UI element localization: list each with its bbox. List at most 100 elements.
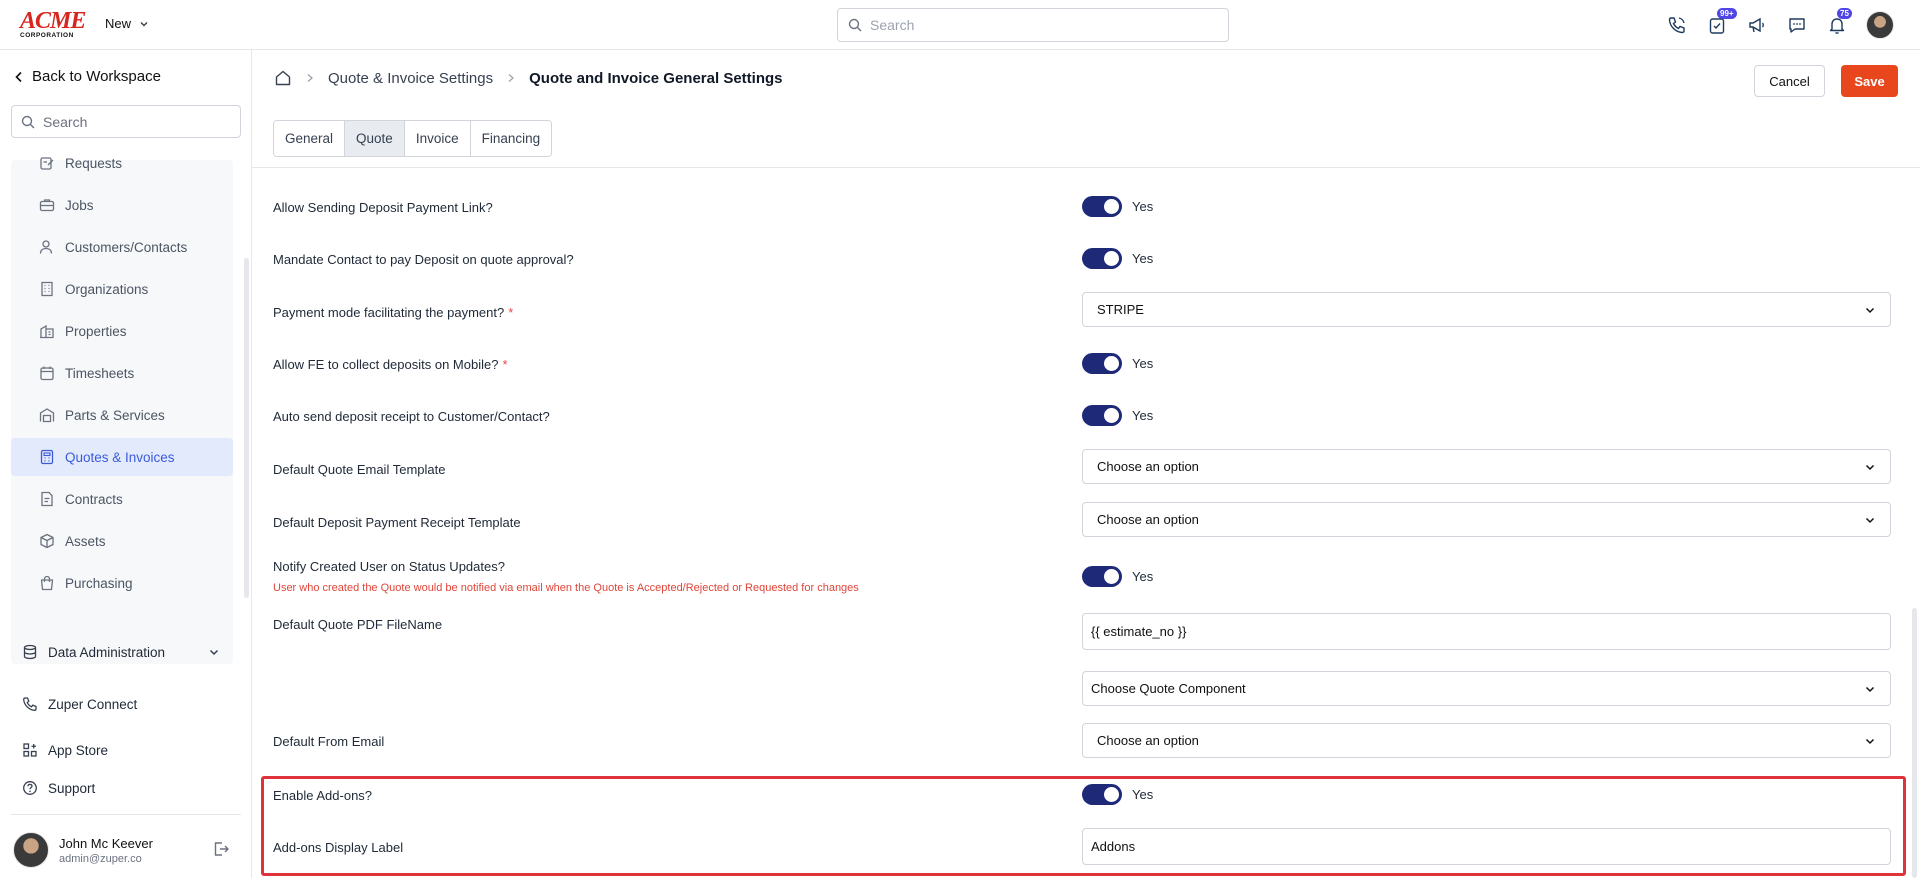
sidebar-item-organizations[interactable]: Organizations	[11, 270, 233, 308]
tab-financing[interactable]: Financing	[470, 121, 552, 156]
auto-send-receipt-toggle[interactable]: Yes	[1082, 405, 1153, 426]
toggle-value: Yes	[1132, 408, 1154, 423]
select-value: STRIPE	[1097, 302, 1144, 317]
fe-collect-deposit-toggle[interactable]: Yes	[1082, 353, 1153, 374]
logo-text: ACME	[20, 8, 86, 34]
tab-quote[interactable]: Quote	[345, 121, 405, 156]
quote-component-select[interactable]: Choose Quote Component	[1082, 671, 1891, 706]
profile-avatar[interactable]	[1866, 11, 1894, 39]
sidebar-item-customers-contacts[interactable]: Customers/Contacts	[11, 228, 233, 266]
user-profile[interactable]: John Mc Keever admin@zuper.co	[13, 832, 153, 868]
global-search-input[interactable]	[870, 17, 1210, 33]
enable-addons-toggle[interactable]: Yes	[1082, 784, 1153, 805]
search-icon	[21, 115, 35, 128]
phone-icon[interactable]	[1666, 10, 1688, 40]
home-icon[interactable]	[274, 69, 292, 87]
field-label-text: Payment mode facilitating the payment?	[273, 305, 505, 320]
sidebar-item-label: Jobs	[65, 197, 94, 213]
payment-mode-select[interactable]: STRIPE	[1082, 292, 1891, 327]
chevron-down-icon	[1865, 517, 1875, 523]
toggle-switch[interactable]	[1082, 196, 1122, 217]
global-search[interactable]	[837, 8, 1229, 42]
tab-invoice[interactable]: Invoice	[404, 121, 471, 156]
new-label: New	[105, 16, 132, 31]
toggle-switch[interactable]	[1082, 566, 1122, 587]
back-to-workspace-link[interactable]: Back to Workspace	[15, 68, 161, 85]
chevron-down-icon	[1865, 738, 1875, 744]
deposit-receipt-template-select[interactable]: Choose an option	[1082, 502, 1891, 537]
tasks-icon[interactable]: 99+	[1706, 8, 1737, 40]
chevron-down-icon	[1865, 686, 1875, 692]
sidebar: Back to Workspace Requests Jobs Customer…	[0, 50, 252, 878]
sidebar-item-requests[interactable]: Requests	[11, 144, 233, 182]
megaphone-icon[interactable]	[1746, 10, 1768, 40]
toggle-value: Yes	[1132, 787, 1154, 802]
pdf-filename-field[interactable]: {{ estimate_no }}	[1082, 613, 1891, 650]
sidebar-item-contracts[interactable]: Contracts	[11, 480, 233, 518]
sidebar-item-data-administration[interactable]: Data Administration	[22, 644, 222, 660]
sidebar-item-timesheets[interactable]: Timesheets	[11, 354, 233, 392]
chat-icon[interactable]	[1786, 10, 1808, 40]
quote-email-template-select[interactable]: Choose an option	[1082, 449, 1891, 484]
toggle-value: Yes	[1132, 356, 1154, 371]
company-logo[interactable]: ACME CORPORATION	[20, 8, 86, 39]
save-button[interactable]: Save	[1841, 65, 1898, 97]
chevron-down-icon	[1865, 464, 1875, 470]
tab-general[interactable]: General	[274, 121, 346, 156]
toggle-value: Yes	[1132, 569, 1154, 584]
sidebar-item-purchasing[interactable]: Purchasing	[11, 564, 233, 602]
allow-deposit-link-toggle[interactable]: Yes	[1082, 196, 1153, 217]
toggle-switch[interactable]	[1082, 248, 1122, 269]
sidebar-item-jobs[interactable]: Jobs	[11, 186, 233, 224]
sidebar-item-properties[interactable]: Properties	[11, 312, 233, 350]
toggle-switch[interactable]	[1082, 405, 1122, 426]
sidebar-item-parts-services[interactable]: Parts & Services	[11, 396, 233, 434]
cancel-button[interactable]: Cancel	[1754, 65, 1825, 97]
addons-display-label-field[interactable]: Addons	[1082, 828, 1891, 865]
sidebar-item-zuper-connect[interactable]: Zuper Connect	[22, 696, 137, 712]
field-label: Payment mode facilitating the payment? *	[273, 305, 513, 320]
sidebar-item-app-store[interactable]: App Store	[22, 742, 108, 758]
sidebar-item-label: Quotes & Invoices	[65, 449, 175, 465]
apps-icon	[23, 743, 37, 757]
sidebar-item-support[interactable]: Support	[22, 780, 95, 796]
sidebar-item-quotes-invoices[interactable]: Quotes & Invoices	[11, 438, 233, 476]
chevron-left-icon	[15, 71, 22, 82]
notify-created-user-toggle[interactable]: Yes	[1082, 566, 1153, 587]
chevron-down-icon	[1865, 307, 1875, 313]
toggle-switch[interactable]	[1082, 784, 1122, 805]
settings-nav-group: Requests Jobs Customers/Contacts Organiz…	[11, 156, 233, 664]
logout-icon[interactable]	[212, 840, 230, 861]
field-label: Default Deposit Payment Receipt Template	[273, 515, 521, 530]
mandate-deposit-toggle[interactable]: Yes	[1082, 248, 1153, 269]
toggle-switch[interactable]	[1082, 353, 1122, 374]
field-hint: User who created the Quote would be noti…	[273, 582, 859, 594]
breadcrumb-parent-link[interactable]: Quote & Invoice Settings	[328, 70, 493, 87]
sidebar-search[interactable]	[11, 105, 241, 138]
support-label: Support	[48, 780, 96, 796]
top-icon-group: 99+ 75	[1666, 8, 1894, 40]
back-label: Back to Workspace	[32, 68, 161, 85]
chevron-right-icon	[307, 74, 313, 82]
sidebar-item-assets[interactable]: Assets	[11, 522, 233, 560]
sidebar-item-label: Purchasing	[65, 575, 133, 591]
sidebar-scrollbar[interactable]	[244, 258, 249, 598]
zuper-connect-label: Zuper Connect	[48, 696, 138, 712]
field-label: Mandate Contact to pay Deposit on quote …	[273, 252, 574, 267]
contract-icon	[41, 491, 53, 507]
chevron-right-icon	[508, 74, 515, 82]
sidebar-search-input[interactable]	[43, 113, 233, 130]
required-marker: *	[508, 305, 514, 320]
page-title: Quote and Invoice General Settings	[529, 69, 783, 87]
bell-icon[interactable]: 75	[1826, 8, 1852, 40]
field-label: Default Quote Email Template	[273, 462, 446, 477]
user-email: admin@zuper.co	[59, 852, 142, 865]
default-from-email-select[interactable]: Choose an option	[1082, 723, 1891, 758]
user-name: John Mc Keever	[59, 835, 153, 851]
sidebar-item-label: Organizations	[65, 281, 149, 297]
cube-icon	[40, 533, 54, 549]
main-scrollbar[interactable]	[1912, 608, 1917, 878]
required-marker: *	[502, 357, 508, 372]
help-circle-icon	[23, 781, 37, 795]
new-dropdown-button[interactable]: New	[105, 16, 149, 31]
